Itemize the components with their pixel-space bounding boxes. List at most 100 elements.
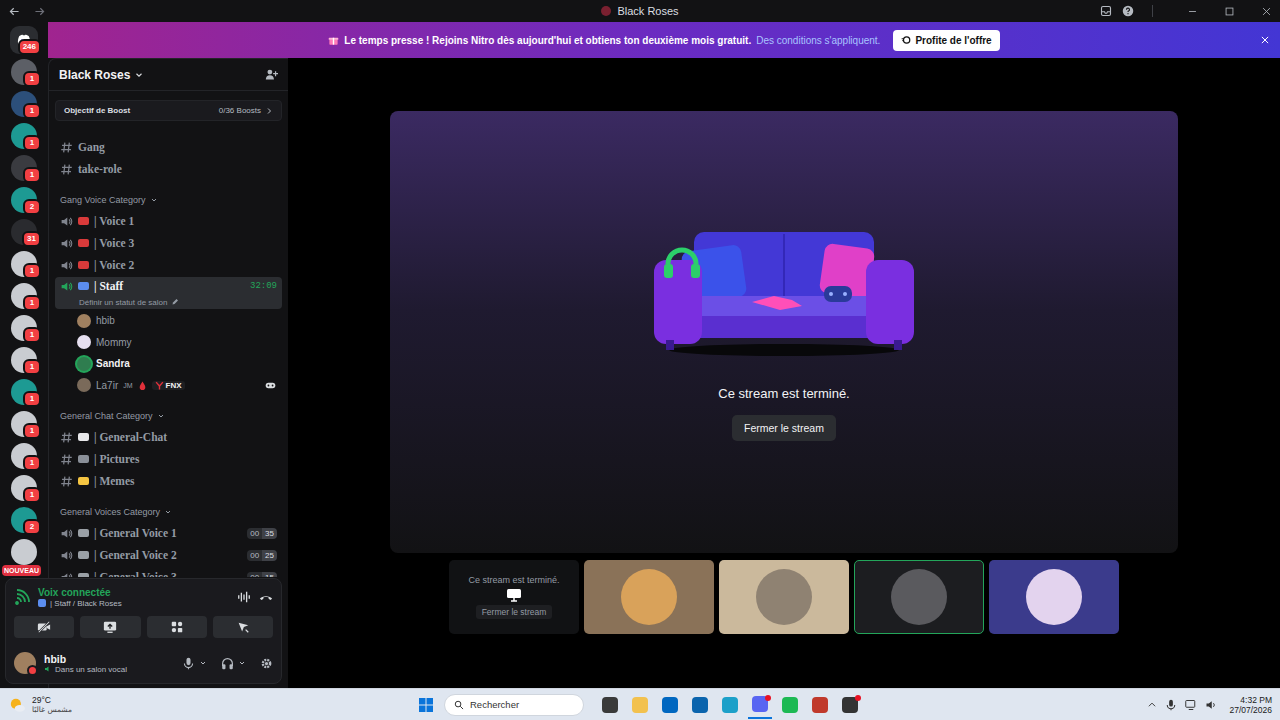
participant-tile[interactable] [989,560,1119,634]
participant-tile[interactable] [719,560,849,634]
server-header[interactable]: Black Roses [49,59,288,91]
text-channel[interactable]: | Memes [55,470,282,492]
server-item[interactable]: 2 [0,184,48,216]
soundboard-button[interactable] [213,616,273,638]
voice-channel[interactable]: | Voice 1 [55,210,282,232]
username[interactable]: hbib [44,653,127,665]
chevron-down-icon [134,70,144,80]
connection-signal-icon[interactable] [14,589,30,605]
server-item[interactable]: 1 [0,56,48,88]
emoji-icon [78,217,89,225]
taskbar-app[interactable] [838,691,862,719]
server-item[interactable]: 1 [0,312,48,344]
taskbar-app[interactable] [778,691,802,719]
microphone-icon[interactable] [182,657,195,670]
taskbar-app[interactable] [748,691,772,719]
close-window-icon[interactable] [1261,6,1272,17]
taskbar-app[interactable] [628,691,652,719]
voice-channel[interactable]: | Staff32:09Définir un statut de salon [55,277,282,309]
voice-status[interactable]: Voix connectée [38,587,122,598]
offer-button[interactable]: Profite de l'offre [893,30,999,51]
inbox-icon[interactable] [1100,5,1112,17]
voice-user[interactable]: Sandra [77,353,282,375]
taskbar-app[interactable] [598,691,622,719]
forward-arrow-icon[interactable] [33,5,46,18]
server-item[interactable]: 31 [0,216,48,248]
server-item[interactable]: 1 [0,376,48,408]
server-item[interactable]: NOUVEAU [0,536,48,568]
voice-channel[interactable]: | General Voice 20025 [55,544,282,566]
set-status-link[interactable]: Définir un statut de salon [60,298,277,307]
text-channel[interactable]: | Pictures [55,448,282,470]
help-icon[interactable] [1122,5,1134,17]
text-channel[interactable]: take-role [55,158,282,180]
minimize-icon[interactable] [1187,6,1198,17]
terms-link[interactable]: Des conditions s'appliquent. [756,35,880,46]
participant-tile[interactable] [854,560,984,634]
chevron-down-icon[interactable] [238,659,246,667]
close-stream-button[interactable]: Fermer le stream [732,415,836,441]
voice-channel-name[interactable]: | Staff / Black Roses [38,599,122,608]
user-avatar [77,378,91,392]
server-item[interactable]: 1 [0,440,48,472]
voice-channel[interactable]: | Voice 2 [55,254,282,276]
microphone-tray-icon[interactable] [1165,699,1177,711]
clock[interactable]: 4:32 PM27/07/2026 [1229,695,1272,715]
taskbar-app[interactable] [808,691,832,719]
taskbar-app[interactable] [718,691,742,719]
server-item[interactable]: 1 [0,408,48,440]
voice-channel[interactable]: | Voice 3 [55,232,282,254]
voice-channel[interactable]: | General Voice 10035 [55,522,282,544]
chevron-down-icon[interactable] [199,659,207,667]
hash-icon [60,475,73,488]
search-box[interactable]: Rechercher [444,694,584,716]
settings-gear-icon[interactable] [260,657,273,670]
server-item[interactable]: 1 [0,152,48,184]
server-item[interactable]: 1 [0,120,48,152]
windows-start-icon[interactable] [418,697,434,713]
server-icon[interactable] [11,539,37,565]
couch-illustration-icon [654,228,914,358]
tray-chevron-up-icon[interactable] [1147,700,1157,710]
server-item[interactable]: 1 [0,280,48,312]
taskbar-app[interactable] [688,691,712,719]
home-button[interactable]: 246 [0,24,48,56]
channel-category[interactable]: Gang Voice Category [49,190,288,210]
channel-category[interactable]: General Voices Category [49,502,288,522]
screen-share-button[interactable] [80,616,140,638]
server-item[interactable]: 1 [0,344,48,376]
channel-category[interactable]: General Chat Category [49,406,288,426]
close-stream-button[interactable]: Fermer le stream [476,605,553,619]
boost-goal[interactable]: Objectif de Boost0/36 Boosts [55,100,282,121]
disconnect-icon[interactable] [259,590,273,604]
noise-suppression-icon[interactable] [237,590,251,604]
user-avatar[interactable] [14,652,36,674]
speaker-icon [60,280,73,293]
weather-widget[interactable]: 29°Cمشمس غالبًا [8,695,418,715]
text-channel[interactable]: Gang [55,136,282,158]
voice-user[interactable]: Mommy [77,332,282,354]
separator [1152,5,1153,17]
close-banner-icon[interactable] [1260,35,1270,45]
network-icon[interactable] [1185,699,1197,711]
add-member-icon[interactable] [265,68,278,81]
camera-button[interactable] [14,616,74,638]
voice-channel[interactable]: | General Voice 30015 [55,566,282,577]
stream-ended-message: Ce stream est terminé. [718,386,850,401]
emoji-icon [78,529,89,537]
headphones-icon[interactable] [221,657,234,670]
server-item[interactable]: 1 [0,88,48,120]
server-item[interactable]: 1 [0,472,48,504]
participant-tile[interactable] [584,560,714,634]
back-arrow-icon[interactable] [8,5,21,18]
server-item[interactable]: 2 [0,504,48,536]
volume-icon[interactable] [1205,699,1217,711]
taskbar-app[interactable] [658,691,682,719]
maximize-icon[interactable] [1224,6,1235,17]
text-channel[interactable]: | General-Chat [55,426,282,448]
voice-user[interactable]: hbib [77,310,282,332]
server-item[interactable]: 1 [0,248,48,280]
participant-tile[interactable]: Ce stream est terminé.Fermer le stream [449,560,579,634]
voice-user[interactable]: La7irJMFNX [77,375,282,397]
activities-button[interactable] [147,616,207,638]
